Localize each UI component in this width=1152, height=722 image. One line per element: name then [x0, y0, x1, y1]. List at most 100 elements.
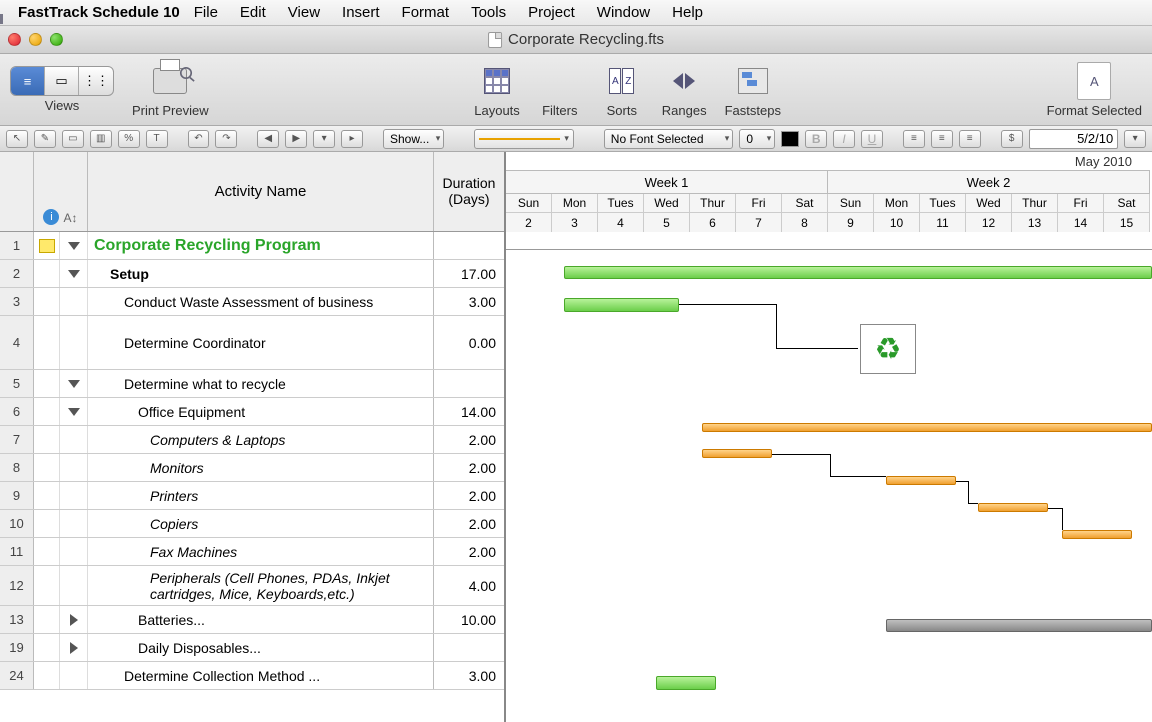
menu-view[interactable]: View [288, 4, 320, 21]
view-resource-icon[interactable]: ▭ [45, 67, 79, 95]
disclosure-cell[interactable] [60, 370, 88, 397]
format-selected-button[interactable]: A [1072, 61, 1116, 101]
gantt-bar[interactable] [1062, 530, 1132, 539]
duration-value[interactable]: 17.00 [434, 260, 504, 287]
menu-help[interactable]: Help [672, 4, 703, 21]
duration-value[interactable] [434, 232, 504, 259]
menu-format[interactable]: Format [402, 4, 450, 21]
note-cell[interactable] [34, 482, 60, 509]
filters-button[interactable] [538, 61, 582, 101]
print-preview-button[interactable] [148, 61, 192, 101]
minimize-button[interactable] [29, 33, 42, 46]
gantt-bar[interactable] [886, 619, 1152, 632]
table-row[interactable]: 1Corporate Recycling Program [0, 232, 504, 260]
table-row[interactable]: 4Determine Coordinator0.00 [0, 316, 504, 370]
gantt-bar[interactable] [886, 476, 956, 485]
recycle-milestone-icon[interactable]: ♻ [860, 324, 916, 374]
gantt-bar[interactable] [702, 449, 772, 458]
faststeps-button[interactable] [731, 61, 775, 101]
views-segmented[interactable]: ≡ ▭ ⋮⋮ [10, 66, 114, 96]
activity-name[interactable]: Peripherals (Cell Phones, PDAs, Inkjet c… [88, 566, 434, 605]
duration-value[interactable]: 2.00 [434, 538, 504, 565]
note-cell[interactable] [34, 566, 60, 605]
sorts-button[interactable]: AZ [600, 61, 644, 101]
zoom-button[interactable] [50, 33, 63, 46]
note-cell[interactable] [34, 634, 60, 661]
disclosure-cell[interactable] [60, 662, 88, 689]
align-left-button[interactable]: ≡ [903, 130, 925, 148]
gantt-bar[interactable] [702, 423, 1152, 432]
disclosure-cell[interactable] [60, 606, 88, 633]
activity-name[interactable]: Determine Coordinator [88, 316, 434, 369]
bold-button[interactable]: B [805, 130, 827, 148]
disclosure-cell[interactable] [60, 232, 88, 259]
date-stepper[interactable]: ▾ [1124, 130, 1146, 148]
duration-value[interactable] [434, 370, 504, 397]
note-cell[interactable] [34, 398, 60, 425]
duration-value[interactable]: 14.00 [434, 398, 504, 425]
note-cell[interactable] [34, 260, 60, 287]
table-row[interactable]: 2Setup17.00 [0, 260, 504, 288]
italic-button[interactable]: I [833, 130, 855, 148]
menu-window[interactable]: Window [597, 4, 650, 21]
gantt-chart[interactable]: May 2010 Week 1 Week 2 Sun2Mon3Tues4Wed5… [506, 152, 1152, 722]
align-center-button[interactable]: ≡ [931, 130, 953, 148]
menu-insert[interactable]: Insert [342, 4, 380, 21]
duration-value[interactable]: 0.00 [434, 316, 504, 369]
note-cell[interactable] [34, 454, 60, 481]
view-gantt-icon[interactable]: ≡ [11, 67, 45, 95]
activity-name[interactable]: Setup [88, 260, 434, 287]
activity-name[interactable]: Corporate Recycling Program [88, 232, 434, 259]
draw-tool-icon[interactable]: ✎ [34, 130, 56, 148]
disclosure-cell[interactable] [60, 510, 88, 537]
disclosure-cell[interactable] [60, 634, 88, 661]
table-row[interactable]: 9Printers2.00 [0, 482, 504, 510]
table-row[interactable]: 19Daily Disposables... [0, 634, 504, 662]
next-button[interactable]: ▶ [285, 130, 307, 148]
currency-button[interactable]: $ [1001, 130, 1023, 148]
duration-value[interactable]: 4.00 [434, 566, 504, 605]
table-row[interactable]: 8Monitors2.00 [0, 454, 504, 482]
activity-name[interactable]: Determine Collection Method ... [88, 662, 434, 689]
disclosure-cell[interactable] [60, 426, 88, 453]
activity-name[interactable]: Batteries... [88, 606, 434, 633]
date-field[interactable]: 5/2/10 [1029, 129, 1119, 149]
duration-value[interactable]: 3.00 [434, 288, 504, 315]
duration-value[interactable]: 2.00 [434, 454, 504, 481]
note-cell[interactable] [34, 662, 60, 689]
table-row[interactable]: 11Fax Machines2.00 [0, 538, 504, 566]
duration-value[interactable]: 2.00 [434, 426, 504, 453]
goto-down-button[interactable]: ▾ [313, 130, 335, 148]
disclosure-cell[interactable] [60, 398, 88, 425]
menu-file[interactable]: File [194, 4, 218, 21]
close-button[interactable] [8, 33, 21, 46]
note-cell[interactable] [34, 538, 60, 565]
duration-header[interactable]: Duration (Days) [434, 152, 504, 231]
activity-name[interactable]: Determine what to recycle [88, 370, 434, 397]
activity-name-header[interactable]: Activity Name [88, 152, 434, 231]
column-tool-icon[interactable]: ▥ [90, 130, 112, 148]
app-name[interactable]: FastTrack Schedule 10 [18, 4, 180, 21]
note-cell[interactable] [34, 370, 60, 397]
table-row[interactable]: 5Determine what to recycle [0, 370, 504, 398]
table-row[interactable]: 10Copiers2.00 [0, 510, 504, 538]
activity-name[interactable]: Office Equipment [88, 398, 434, 425]
prev-button[interactable]: ◀ [257, 130, 279, 148]
duration-value[interactable]: 10.00 [434, 606, 504, 633]
disclosure-cell[interactable] [60, 260, 88, 287]
activity-name[interactable]: Monitors [88, 454, 434, 481]
activity-name[interactable]: Computers & Laptops [88, 426, 434, 453]
activity-name[interactable]: Copiers [88, 510, 434, 537]
note-cell[interactable] [34, 232, 60, 259]
table-row[interactable]: 3Conduct Waste Assessment of business3.0… [0, 288, 504, 316]
text-tool-icon[interactable]: T [146, 130, 168, 148]
revert-tool-icon[interactable]: ↶ [188, 130, 210, 148]
menu-edit[interactable]: Edit [240, 4, 266, 21]
disclosure-cell[interactable] [60, 316, 88, 369]
font-size-dropdown[interactable]: 0 [739, 129, 775, 149]
note-cell[interactable] [34, 288, 60, 315]
goto-play-button[interactable]: ▸ [341, 130, 363, 148]
activity-name[interactable]: Printers [88, 482, 434, 509]
layouts-button[interactable] [475, 61, 519, 101]
note-cell[interactable] [34, 606, 60, 633]
